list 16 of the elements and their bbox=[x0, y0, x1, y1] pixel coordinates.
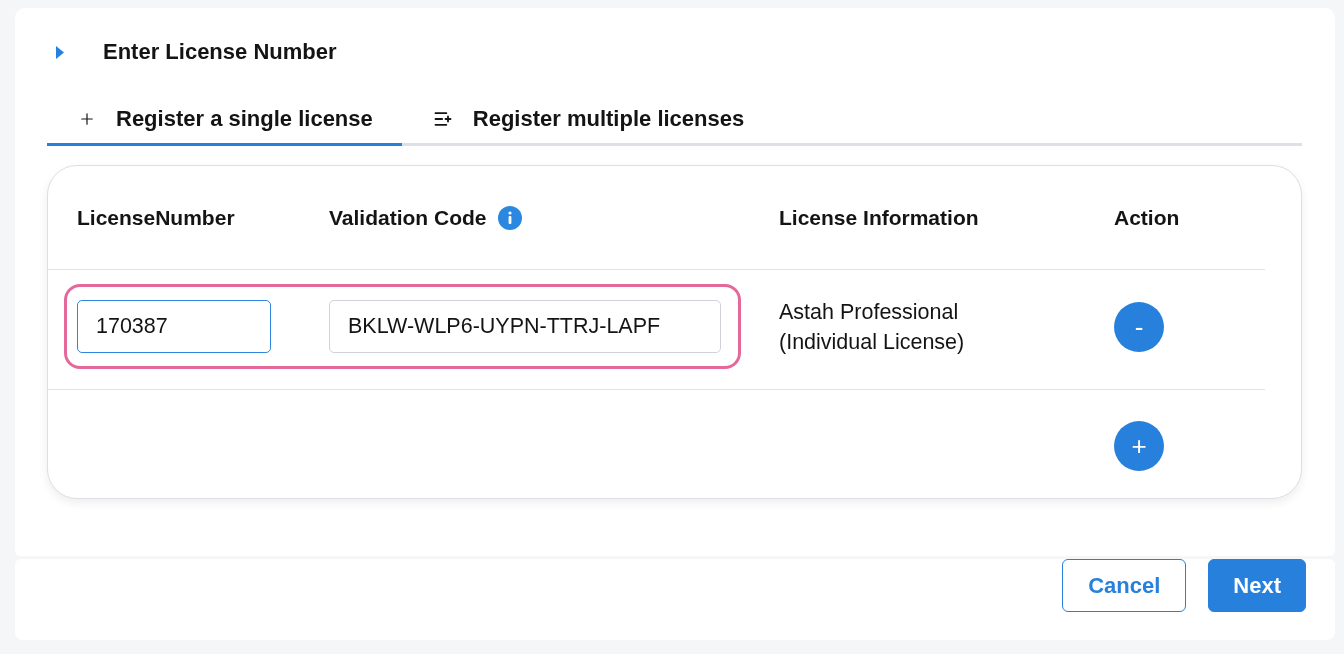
column-header: Validation Code bbox=[329, 205, 487, 230]
column-header: License Information bbox=[779, 205, 979, 230]
section-title: Enter License Number bbox=[103, 39, 337, 65]
next-button[interactable]: Next bbox=[1208, 559, 1306, 612]
license-number-field[interactable]: 170387 bbox=[77, 300, 271, 353]
column-header: Action bbox=[1114, 205, 1180, 230]
validation-code-field[interactable]: BKLW-WLP6-UYPN-TTRJ-LAPF bbox=[329, 300, 721, 353]
add-button[interactable]: + bbox=[1114, 421, 1164, 471]
cancel-button[interactable]: Cancel bbox=[1062, 559, 1187, 612]
column-header: LicenseNumber bbox=[77, 205, 235, 230]
remove-button[interactable]: - bbox=[1114, 301, 1164, 352]
tab[interactable]: Register multiple licenses bbox=[401, 94, 774, 146]
license-information: Astah Professional (Individual License) bbox=[779, 298, 966, 356]
tab[interactable]: Register a single license bbox=[47, 94, 402, 146]
caret-right-icon[interactable] bbox=[56, 45, 64, 59]
info-icon[interactable] bbox=[497, 205, 522, 230]
